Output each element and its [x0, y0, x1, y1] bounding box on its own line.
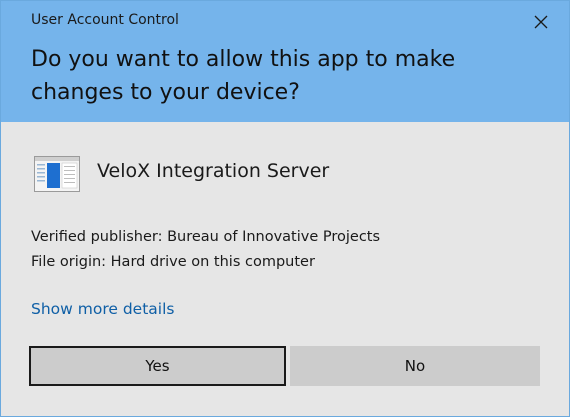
app-name: VeloX Integration Server [97, 160, 330, 182]
app-window-icon [34, 156, 80, 192]
dialog-question: Do you want to allow this app to make ch… [31, 47, 456, 105]
uac-dialog: User Account Control Do you want to allo… [0, 0, 570, 417]
close-button[interactable] [525, 8, 557, 36]
close-icon [534, 15, 548, 29]
no-button[interactable]: No [290, 346, 540, 386]
yes-button[interactable]: Yes [29, 346, 286, 386]
verified-publisher: Verified publisher: Bureau of Innovative… [31, 229, 381, 245]
yes-button-label: Yes [145, 357, 170, 375]
no-button-label: No [404, 357, 426, 375]
dialog-header: User Account Control Do you want to allo… [1, 1, 569, 122]
show-more-details-link[interactable]: Show more details [31, 300, 174, 318]
window-title: User Account Control [31, 12, 179, 28]
file-origin: File origin: Hard drive on this computer [31, 254, 315, 270]
